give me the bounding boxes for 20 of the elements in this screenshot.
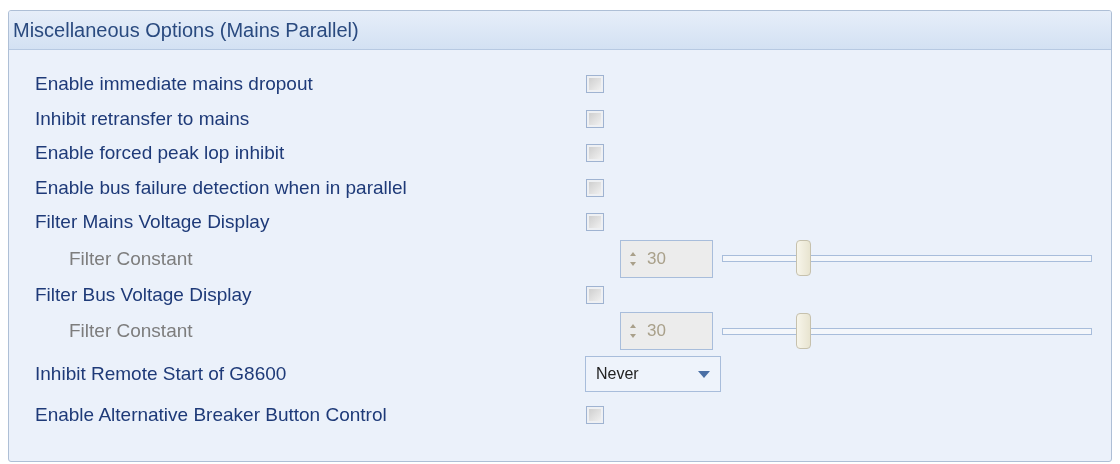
option-label: Enable immediate mains dropout bbox=[35, 73, 314, 96]
option-label: Filter Constant bbox=[68, 320, 194, 342]
checkbox[interactable] bbox=[586, 285, 604, 304]
option-label: Filter Mains Voltage Display bbox=[35, 211, 271, 234]
option-label: Enable forced peak lop inhibit bbox=[35, 142, 286, 165]
option-label: Enable Alternative Breaker Button Control bbox=[35, 404, 388, 427]
panel-title: Miscellaneous Options (Mains Parallel) bbox=[13, 18, 359, 42]
option-label: Filter Constant bbox=[68, 247, 194, 270]
dropdown[interactable]: Never bbox=[585, 356, 721, 392]
checkbox[interactable] bbox=[586, 406, 604, 425]
checkbox[interactable] bbox=[586, 75, 604, 94]
option-label: Inhibit retransfer to mains bbox=[35, 107, 251, 130]
checkbox[interactable] bbox=[586, 144, 604, 163]
option-label: Filter Bus Voltage Display bbox=[35, 283, 253, 306]
checkbox[interactable] bbox=[586, 109, 604, 128]
checkbox[interactable] bbox=[586, 178, 604, 197]
checkbox[interactable] bbox=[586, 213, 604, 232]
option-label: Inhibit Remote Start of G8600 bbox=[35, 363, 288, 385]
option-label: Enable bus failure detection when in parallel bbox=[35, 176, 408, 199]
caret-icon bbox=[698, 370, 710, 378]
